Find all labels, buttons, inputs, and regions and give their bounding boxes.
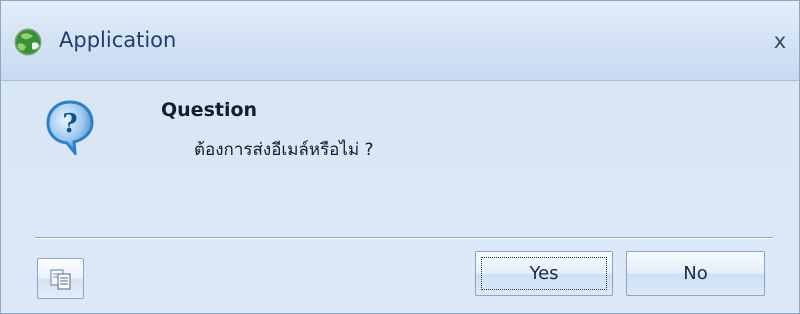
no-button[interactable]: No [626,251,765,296]
yes-button[interactable]: Yes [475,251,613,296]
message-text: ต้องการส่งอีเมล์หรือไม่ ? [194,140,374,160]
app-globe-icon [13,27,43,57]
svg-text:?: ? [62,109,77,139]
no-button-label: No [683,263,708,284]
close-button[interactable]: x [765,26,795,56]
focus-rectangle [481,257,607,290]
window-title: Application [59,28,177,52]
copy-button[interactable] [37,258,84,299]
separator [35,237,773,239]
message-box-window: Application x ? Question ต้องการส่งอีเมล… [0,0,800,314]
question-icon: ? [45,99,95,158]
message-heading: Question [161,99,258,121]
title-bar[interactable]: Application x [1,1,799,81]
